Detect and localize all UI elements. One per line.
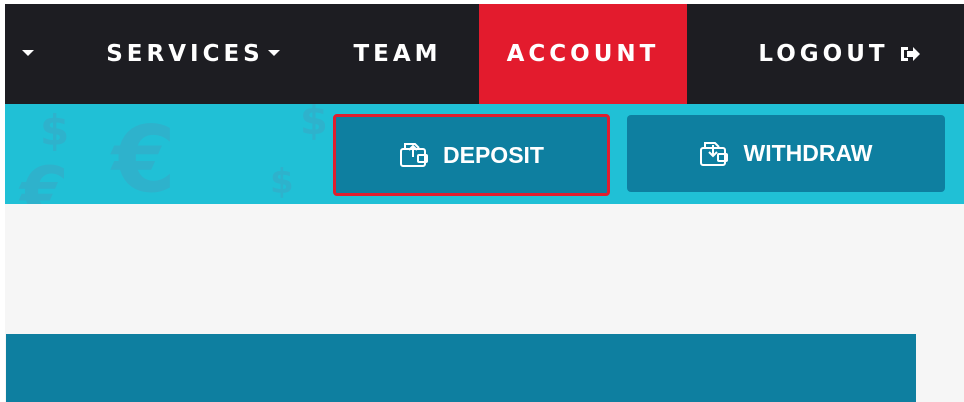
banner-currency-symbol: $ — [40, 106, 70, 155]
nav-item-label: LOGOUT — [758, 41, 889, 67]
wallet-withdraw-icon — [700, 141, 729, 166]
nav-item-logout[interactable]: LOGOUT — [737, 4, 942, 104]
banner-currency-symbol: $ — [270, 162, 294, 202]
window-frame-top — [0, 0, 964, 4]
nav-previous-dropdown[interactable] — [6, 4, 46, 104]
withdraw-button-label: WITHDRAW — [743, 140, 873, 166]
deposit-button-label: DEPOSIT — [443, 141, 544, 168]
banner-currency-symbol: € — [112, 106, 177, 204]
nav-item-services[interactable]: SERVICES — [88, 4, 298, 104]
banner-currency-symbol: $ — [300, 104, 328, 144]
nav-item-label: SERVICES — [106, 41, 264, 67]
account-action-banner: $ € $ € $ DEPOSIT WITHDRAW — [0, 104, 964, 204]
nav-item-team[interactable]: TEAM — [345, 4, 450, 104]
nav-item-account[interactable]: ACCOUNT — [479, 4, 687, 104]
nav-item-label: TEAM — [353, 41, 442, 67]
deposit-button[interactable]: DEPOSIT — [333, 114, 610, 196]
logout-icon — [899, 46, 921, 62]
top-navigation: SERVICES TEAM ACCOUNT LOGOUT — [0, 4, 964, 104]
wallet-deposit-icon — [400, 143, 429, 167]
window-frame-left — [0, 0, 5, 402]
content-panel — [6, 334, 916, 402]
nav-item-label: ACCOUNT — [506, 41, 660, 67]
withdraw-button[interactable]: WITHDRAW — [627, 115, 945, 192]
caret-down-icon — [267, 49, 280, 56]
caret-down-icon — [22, 49, 34, 56]
banner-currency-symbol: € — [20, 152, 69, 204]
